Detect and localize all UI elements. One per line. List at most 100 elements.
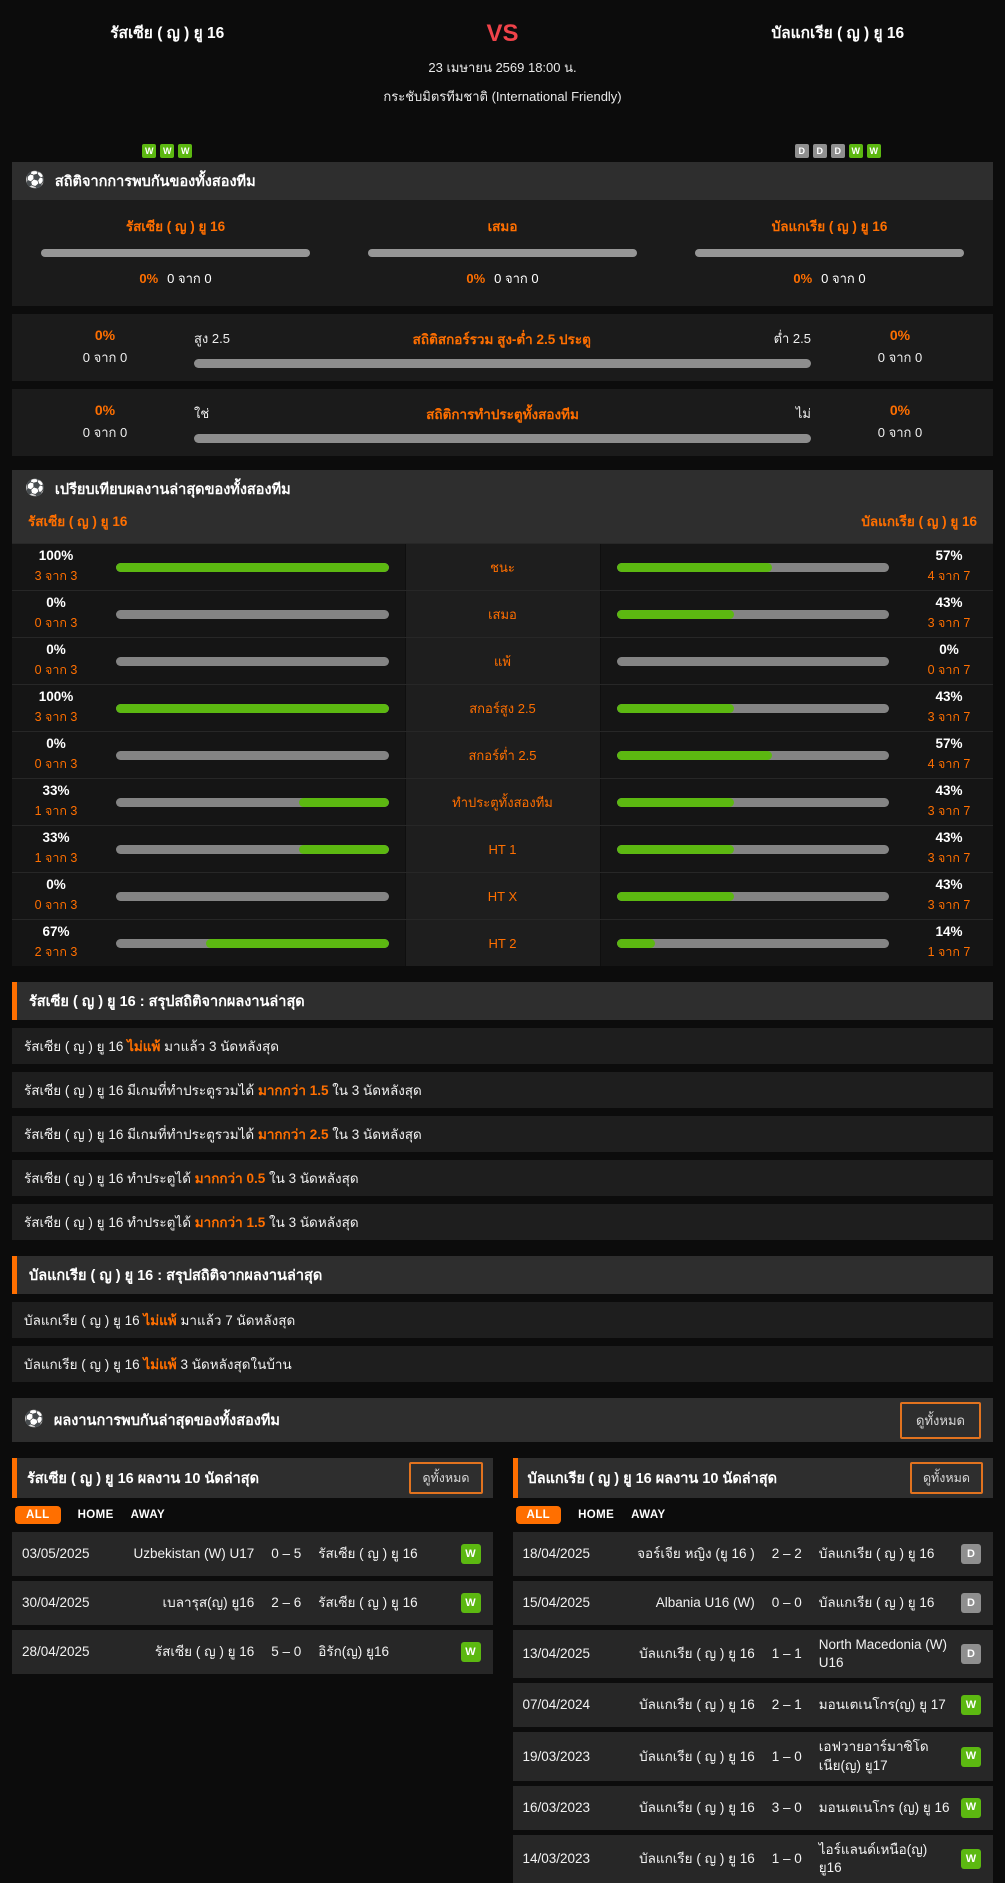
tab-home[interactable]: HOME [78, 1509, 114, 1521]
home-percent: 67% [12, 924, 100, 939]
row-label: HT 1 [405, 826, 601, 872]
h2h-over-under-row: 0% 0 จาก 0 สูง 2.5 สถิติสกอร์รวม สูง-ต่ำ… [12, 314, 993, 381]
tab-all[interactable]: ALL [516, 1506, 562, 1524]
away-bar [617, 751, 890, 760]
home-values: 100%3 จาก 3 [12, 548, 100, 586]
row-label: ชนะ [405, 544, 601, 590]
home-bar-cell [100, 751, 405, 760]
summary-row: รัสเซีย ( ญ ) ยู 16 ทำประตูได้ มากกว่า 0… [12, 1160, 993, 1196]
h2h-draw-percent: 0% [466, 271, 485, 286]
home-recent-tabs: ALL HOME AWAY [12, 1498, 493, 1527]
summary-text: บัลแกเรีย ( ญ ) ยู 16 [24, 1313, 143, 1328]
tab-away[interactable]: AWAY [631, 1509, 665, 1521]
home-values: 100%3 จาก 3 [12, 689, 100, 727]
comparison-row-lose: 0%0 จาก 3 แพ้ 0%0 จาก 7 [12, 637, 993, 684]
away-bar-fill [617, 751, 772, 760]
match-row: 13/04/2025 บัลแกเรีย ( ญ ) ยู 16 1 – 1 N… [513, 1630, 994, 1678]
home-bar-fill [116, 563, 389, 572]
away-recent-tabs: ALL HOME AWAY [513, 1498, 994, 1527]
soccer-ball-icon: ⚽ [25, 173, 45, 189]
away-count: 1 จาก 7 [905, 942, 993, 962]
match-score: 2 – 2 [764, 1545, 810, 1563]
btts-no-tag: ไม่ [796, 403, 811, 424]
match-away-team: รัสเซีย ( ญ ) ยู 16 [318, 1545, 451, 1563]
home-bar-fill [299, 798, 389, 807]
home-count: 2 จาก 3 [12, 942, 100, 962]
away-values: 43%3 จาก 7 [905, 689, 993, 727]
over-under-middle: สูง 2.5 สถิติสกอร์รวม สูง-ต่ำ 2.5 ประตู … [180, 328, 825, 368]
view-all-button[interactable]: ดูทั้งหมด [900, 1402, 981, 1439]
btts-right-values: 0% 0 จาก 0 [825, 402, 975, 443]
tab-home[interactable]: HOME [578, 1509, 614, 1521]
away-values: 43%3 จาก 7 [905, 877, 993, 915]
home-count: 1 จาก 3 [12, 801, 100, 821]
away-count: 3 จาก 7 [905, 613, 993, 633]
away-recent-header: บัลแกเรีย ( ญ ) ยู 16 ผลงาน 10 นัดล่าสุด… [513, 1458, 994, 1498]
match-away-team: อิรัก(ญ) ยู16 [318, 1643, 451, 1661]
view-all-button[interactable]: ดูทั้งหมด [409, 1462, 482, 1494]
match-away-team: North Macedonia (W) U16 [819, 1636, 952, 1672]
away-recent-title: บัลแกเรีย ( ญ ) ยู 16 ผลงาน 10 นัดล่าสุด [528, 1467, 778, 1490]
summary-row: รัสเซีย ( ญ ) ยู 16 ไม่แพ้ มาแล้ว 3 นัดห… [12, 1028, 993, 1064]
match-date: 15/04/2025 [523, 1594, 613, 1612]
home-values: 33% 1 จาก 3 [12, 783, 100, 821]
summary-text: ใน 3 นัดหลังสุด [328, 1083, 421, 1098]
away-percent: 43% [905, 830, 993, 845]
home-count: 0 จาก 3 [12, 895, 100, 915]
match-score: 1 – 0 [764, 1850, 810, 1868]
match-header: รัสเซีย ( ญ ) ยู 16 W W W VS 23 เมษายน 2… [12, 8, 993, 162]
tab-all[interactable]: ALL [15, 1506, 61, 1524]
match-row: 19/03/2023 บัลแกเรีย ( ญ ) ยู 16 1 – 0 เ… [513, 1732, 994, 1780]
home-bar-cell [100, 892, 405, 901]
soccer-ball-icon: ⚽ [25, 481, 45, 497]
result-badge-win: W [961, 1849, 981, 1869]
summary-text: ใน 3 นัดหลังสุด [265, 1215, 358, 1230]
summary-highlight: ไม่แพ้ [127, 1039, 160, 1054]
home-values: 67% 2 จาก 3 [12, 924, 100, 962]
summary-text: มาแล้ว 3 นัดหลังสุด [160, 1039, 279, 1054]
h2h-stats-body: รัสเซีย ( ญ ) ยู 16 0%0 จาก 0 เสมอ 0%0 จ… [12, 200, 993, 306]
home-percent: 33% [12, 830, 100, 845]
home-bar-cell [100, 563, 405, 572]
result-badge-win: W [961, 1798, 981, 1818]
away-bar [617, 657, 890, 666]
view-all-button[interactable]: ดูทั้งหมด [910, 1462, 983, 1494]
btts-yes-count: 0 จาก 0 [30, 422, 180, 443]
row-label: สกอร์ต่ำ 2.5 [405, 732, 601, 778]
away-values: 43%3 จาก 7 [905, 595, 993, 633]
match-score: 0 – 5 [263, 1545, 309, 1563]
match-away-team: เอฟวายอาร์มาซิโดเนีย(ญ) ยู17 [819, 1738, 952, 1774]
match-date: 30/04/2025 [22, 1594, 112, 1612]
home-bar [116, 845, 389, 854]
home-percent: 33% [12, 783, 100, 798]
home-percent: 0% [12, 736, 100, 751]
form-badge-draw: D [813, 144, 827, 158]
h2h-home-column: รัสเซีย ( ญ ) ยู 16 0%0 จาก 0 [12, 215, 339, 289]
home-form-badges: W W W [140, 144, 194, 158]
away-percent: 0% [905, 642, 993, 657]
tab-away[interactable]: AWAY [131, 1509, 165, 1521]
match-datetime: 23 เมษายน 2569 18:00 น. [428, 57, 576, 78]
over-under-bar [194, 359, 811, 368]
comparison-home-team: รัสเซีย ( ญ ) ยู 16 [28, 510, 127, 532]
result-badge-win: W [461, 1593, 481, 1613]
comparison-section: ⚽ เปรียบเทียบผลงานล่าสุดของทั้งสองทีม รั… [12, 470, 993, 966]
match-row: 07/04/2024 บัลแกเรีย ( ญ ) ยู 16 2 – 1 ม… [513, 1683, 994, 1727]
form-badge-win: W [867, 144, 881, 158]
row-label: HT 2 [405, 920, 601, 966]
away-bar-cell [601, 563, 906, 572]
match-score: 3 – 0 [764, 1799, 810, 1817]
away-count: 3 จาก 7 [905, 707, 993, 727]
over-count: 0 จาก 0 [30, 347, 180, 368]
home-count: 3 จาก 3 [12, 707, 100, 727]
match-date: 28/04/2025 [22, 1643, 112, 1661]
match-score: 1 – 1 [764, 1645, 810, 1663]
away-bar-cell [601, 751, 906, 760]
btts-labels: ใช่ สถิติการทำประตูทั้งสองทีม ไม่ [194, 403, 811, 425]
match-date: 16/03/2023 [523, 1799, 613, 1817]
home-bar-fill [299, 845, 389, 854]
home-bar-cell [100, 845, 405, 854]
result-badge-win: W [961, 1695, 981, 1715]
summary-text: บัลแกเรีย ( ญ ) ยู 16 [24, 1357, 143, 1372]
match-row: 18/04/2025 จอร์เจีย หญิง (ยู 16 ) 2 – 2 … [513, 1532, 994, 1576]
